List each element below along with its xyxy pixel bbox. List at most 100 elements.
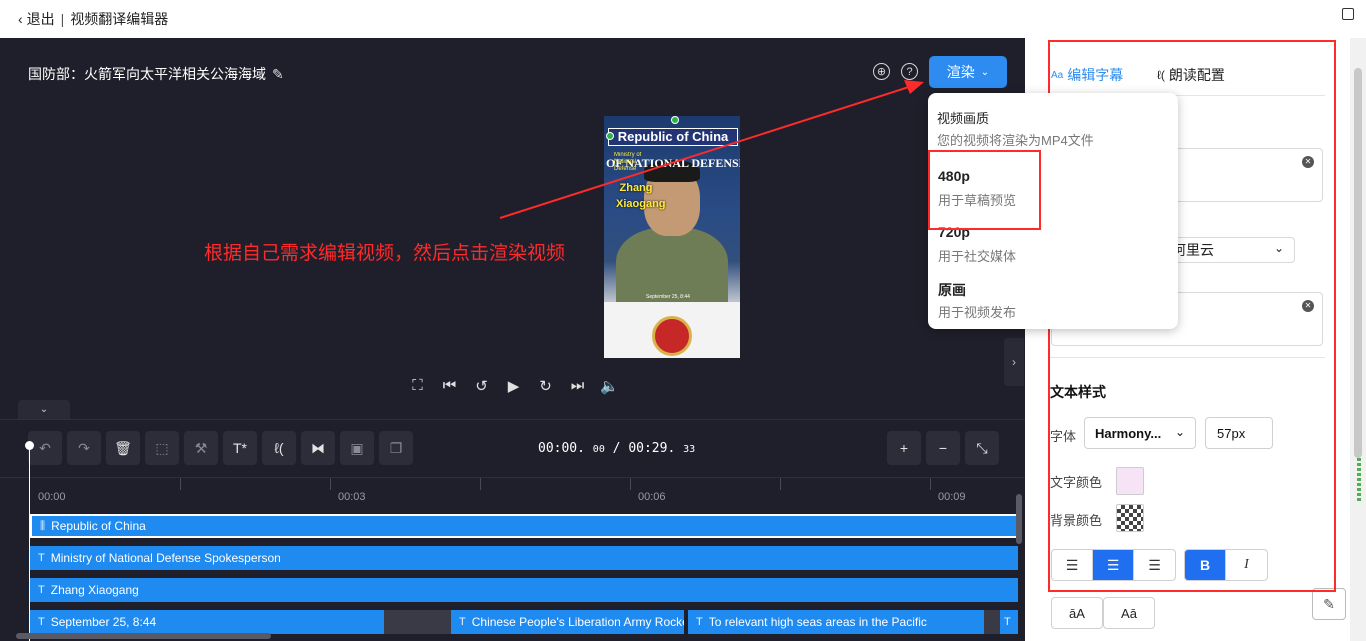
window-control-icon[interactable] xyxy=(1342,8,1354,20)
timecode-total-ms: 33 xyxy=(683,444,696,455)
globe-icon[interactable]: ⊕ xyxy=(873,63,890,80)
tick-line xyxy=(330,478,331,490)
tick-line xyxy=(180,478,181,490)
project-title: 国防部：火箭军向太平洋相关公海海域 ✎ xyxy=(28,64,284,84)
subtitle-track[interactable]: T Chinese People's Liberation Army Rocke… xyxy=(451,610,684,634)
track-label: Ministry of National Defense Spokesperso… xyxy=(50,551,281,565)
subtitle-track[interactable]: T To relevant high seas areas in the Pac… xyxy=(688,610,984,634)
menu-subheading: 您的视频将渲染为MP4文件 xyxy=(937,133,1094,148)
track-label: September 25, 8:44 xyxy=(50,615,157,629)
track-label: Republic of China xyxy=(51,519,146,533)
timeline-horizontal-scrollbar[interactable] xyxy=(16,633,271,639)
subtitle-track[interactable]: ⫼ Republic of China xyxy=(30,514,1018,538)
fullscreen-icon[interactable]: ⛶ xyxy=(408,376,427,395)
drag-handle-icon[interactable]: ⫼ xyxy=(40,520,45,533)
subtitle-track[interactable]: T Zhang Xiaogang xyxy=(30,578,1018,602)
rotate-handle[interactable] xyxy=(671,116,679,124)
timecode: 00:00. 00 / 00:29. 33 xyxy=(538,441,695,456)
redo-icon[interactable]: ↷ xyxy=(67,431,101,465)
rewind-icon[interactable]: ↺ xyxy=(472,376,491,395)
menu-item-original[interactable]: 原画 用于视频发布 xyxy=(928,275,1178,325)
track-gap xyxy=(984,610,1000,634)
playhead-handle[interactable] xyxy=(25,441,34,450)
tick-line xyxy=(930,478,931,490)
tick-line xyxy=(480,478,481,490)
help-icon[interactable]: ? xyxy=(901,63,918,80)
tick-line xyxy=(630,478,631,490)
render-label: 渲染 xyxy=(946,64,975,80)
menu-item-name: 原画 xyxy=(938,282,966,298)
zoom-in-icon[interactable]: + xyxy=(887,431,921,465)
magic-icon[interactable]: ⚒ xyxy=(184,431,218,465)
overlay-name: Zhang Xiaogang xyxy=(616,182,666,210)
panel-scrollbar[interactable] xyxy=(1350,38,1366,641)
media-icon[interactable]: ▣ xyxy=(340,431,374,465)
back-label: 退出 xyxy=(26,11,55,27)
playhead[interactable] xyxy=(29,442,30,641)
tick-label: 00:03 xyxy=(338,491,366,503)
timeline-ruler[interactable]: 00:00 00:03 00:06 00:09 xyxy=(0,477,1025,508)
video-figure-body xyxy=(616,228,728,313)
forward-icon[interactable]: ↻ xyxy=(536,376,555,395)
overlay-date: September 25, 8:44 xyxy=(646,294,690,300)
pencil-icon[interactable]: ✎ xyxy=(272,66,284,83)
panel-scrollbar-thumb[interactable] xyxy=(1354,68,1362,458)
tick-label: 00:09 xyxy=(938,491,966,503)
video-preview[interactable]: Republic of China OF NATIONAL DEFENSE Mi… xyxy=(604,116,740,358)
delete-icon[interactable]: 🗑 xyxy=(106,431,140,465)
resize-handle[interactable] xyxy=(606,132,614,140)
text-icon: T xyxy=(1004,616,1011,628)
render-button[interactable]: 渲染 ⌄ xyxy=(929,56,1007,88)
subtitle-track[interactable]: T xyxy=(1000,610,1018,634)
text-icon: T xyxy=(459,616,466,628)
national-emblem xyxy=(652,316,692,356)
collapse-timeline-button[interactable]: ⌄ xyxy=(18,400,70,419)
menu-heading: 视频画质 xyxy=(937,111,990,126)
pen-icon[interactable]: ✎ xyxy=(1312,588,1346,620)
track-label: Chinese People's Liberation Army Rocket … xyxy=(471,615,684,629)
level-meter xyxy=(1357,458,1361,503)
timecode-current: 00:00. xyxy=(538,441,585,456)
back-button[interactable]: ‹ 退出 xyxy=(18,9,55,29)
subtitle-track[interactable]: T Ministry of National Defense Spokesper… xyxy=(30,546,1018,570)
sidebar-toggle-button[interactable]: › xyxy=(1004,338,1024,386)
text-add-icon[interactable]: T* xyxy=(223,431,257,465)
tick-line xyxy=(780,478,781,490)
menu-item-desc: 用于视频发布 xyxy=(938,305,1017,320)
skip-start-icon[interactable]: ⏮ xyxy=(440,376,459,395)
annotation-highlight-box xyxy=(928,150,1041,230)
app-title: 视频翻译编辑器 xyxy=(70,11,169,27)
fit-icon[interactable]: ⤡ xyxy=(965,431,999,465)
project-title-text: 国防部：火箭军向太平洋相关公海海域 xyxy=(28,66,266,82)
chevron-down-icon: ⌄ xyxy=(980,66,990,78)
zoom-out-icon[interactable]: − xyxy=(926,431,960,465)
duplicate-icon[interactable]: ❐ xyxy=(379,431,413,465)
timeline-toolbar: ↶ ↷ 🗑 ⬚ ⚒ T* ℓ( ⧓ ▣ ❐ 00:00. 00 / 00:29.… xyxy=(0,419,1025,477)
text-icon: T xyxy=(38,616,45,628)
volume-icon[interactable]: 🔈 xyxy=(600,376,619,395)
overlay-headline[interactable]: Republic of China xyxy=(608,128,738,146)
playback-controls: ⛶ ⏮ ↺ ▶ ↻ ⏭ 🔈 xyxy=(408,376,619,395)
split-icon[interactable]: ⧓ xyxy=(301,431,335,465)
uppercase-button[interactable]: āA xyxy=(1051,597,1103,629)
track-label: To relevant high seas areas in the Pacif… xyxy=(708,615,927,629)
chevron-left-icon: ‹ xyxy=(18,11,23,27)
lowercase-button[interactable]: Aā xyxy=(1103,597,1155,629)
voice-icon[interactable]: ℓ( xyxy=(262,431,296,465)
tick-label: 00:06 xyxy=(638,491,666,503)
instruction-annotation: 根据自己需求编辑视频，然后点击渲染视频 xyxy=(204,243,566,264)
menu-item-desc: 用于社交媒体 xyxy=(938,249,1017,264)
tick-label: 00:00 xyxy=(38,491,66,503)
select-icon[interactable]: ⬚ xyxy=(145,431,179,465)
track-label: Zhang Xiaogang xyxy=(50,583,139,597)
subtitle-track[interactable]: T September 25, 8:44 xyxy=(30,610,384,634)
track-gap xyxy=(384,610,451,634)
text-icon: T xyxy=(38,584,45,596)
top-bar: ‹ 退出 | 视频翻译编辑器 xyxy=(0,0,1366,38)
skip-end-icon[interactable]: ⏭ xyxy=(568,376,587,395)
text-icon: T xyxy=(696,616,703,628)
timeline-vertical-scrollbar[interactable] xyxy=(1016,494,1022,544)
text-icon: T xyxy=(38,552,45,564)
play-icon[interactable]: ▶ xyxy=(504,376,523,395)
timecode-total: / 00:29. xyxy=(612,441,676,456)
